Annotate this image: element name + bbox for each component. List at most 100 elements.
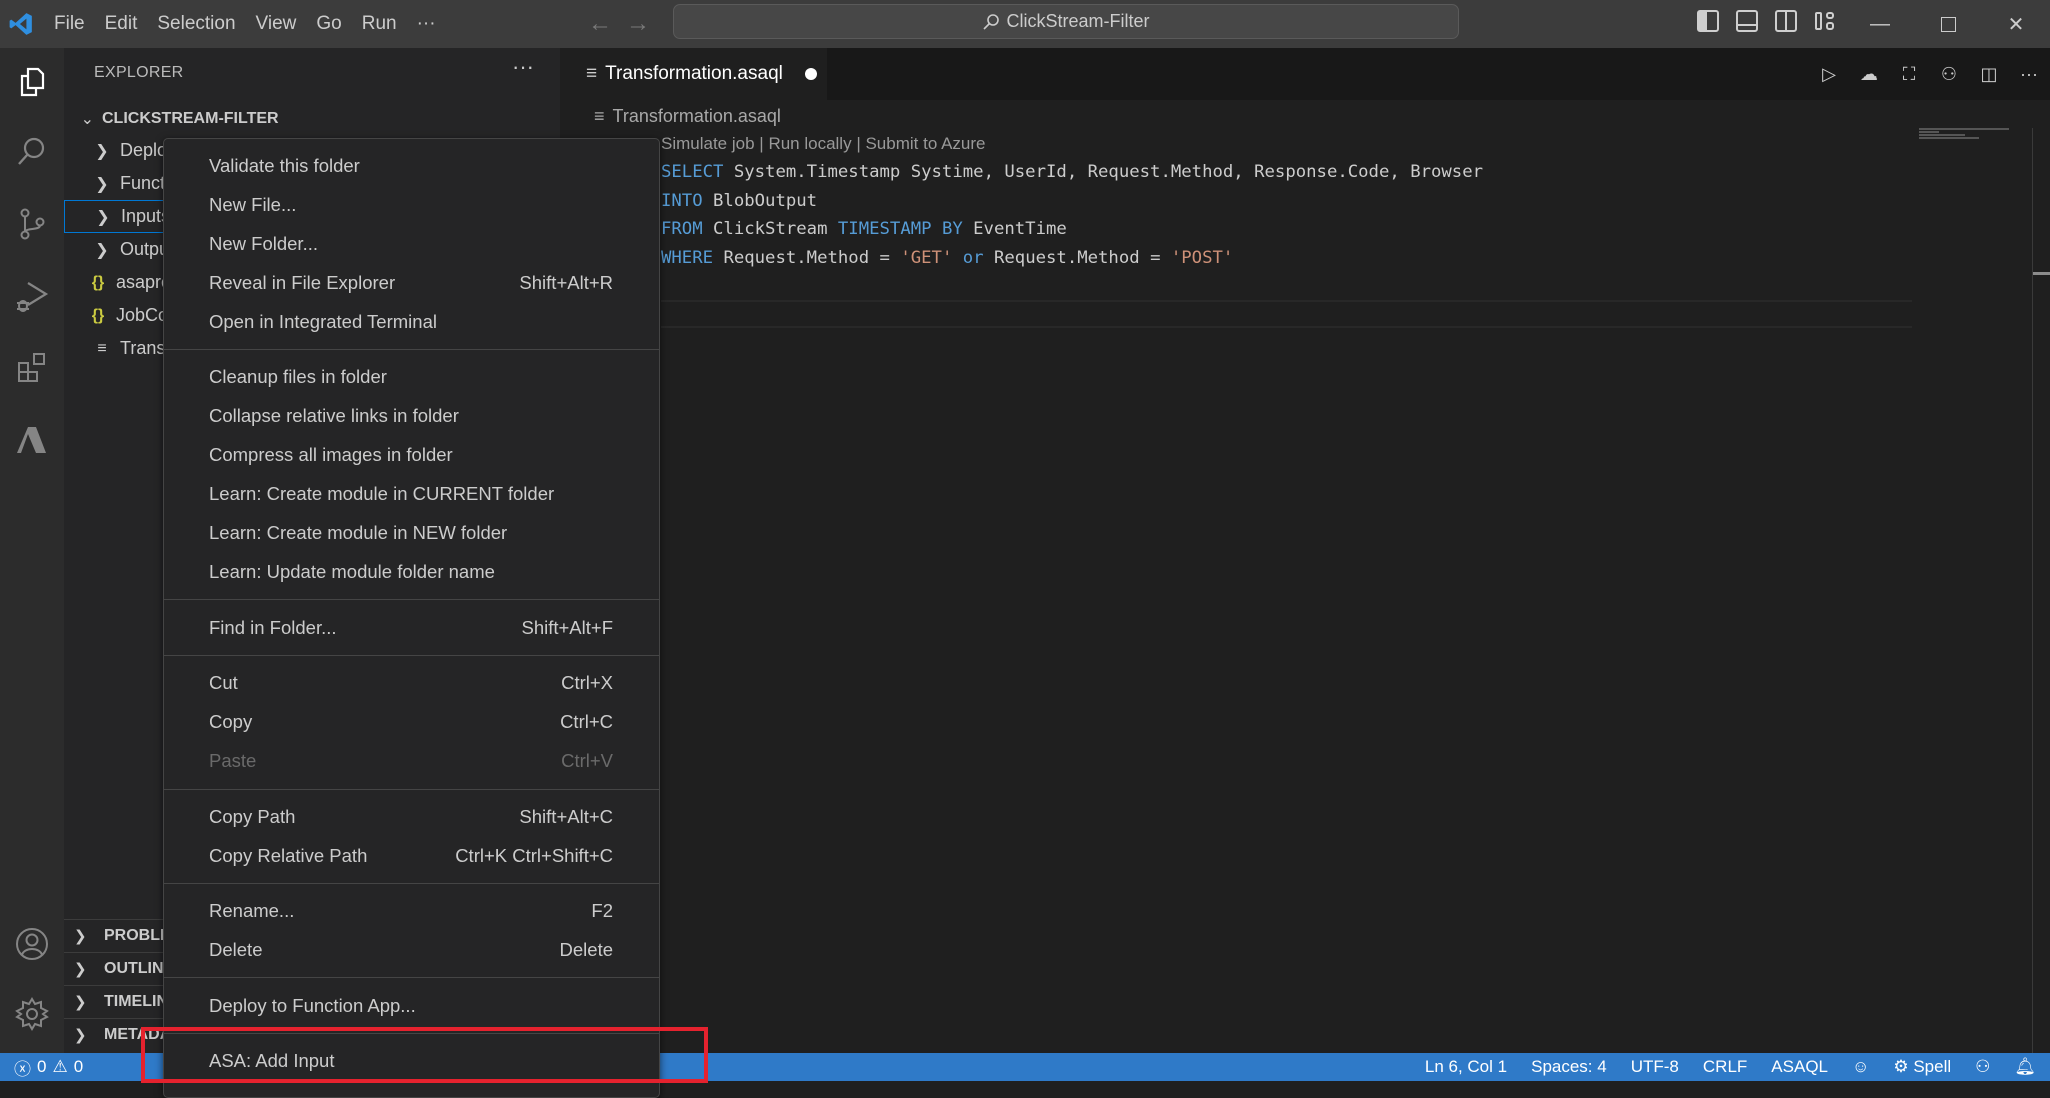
menu-item-compress-images[interactable]: Compress all images in folder bbox=[164, 435, 659, 474]
menu-item-new-folder[interactable]: New Folder... bbox=[164, 224, 659, 263]
code-line: FROM ClickStream TIMESTAMP BY EventTime bbox=[661, 219, 1067, 239]
end-of-line[interactable]: CRLF bbox=[1703, 1057, 1747, 1077]
simulate-job-link[interactable]: Simulate job bbox=[661, 134, 755, 153]
menu-selection[interactable]: Selection bbox=[147, 0, 245, 48]
menu-item-open-terminal[interactable]: Open in Integrated Terminal bbox=[164, 302, 659, 341]
menu-item-label: New Folder... bbox=[209, 232, 318, 254]
problems-status[interactable]: ⓧ 0 ⚠ 0 bbox=[14, 1053, 83, 1081]
menu-item-label: Deploy to Function App... bbox=[209, 994, 416, 1016]
menu-item-label: Copy bbox=[209, 710, 253, 732]
navigation-arrows: ← → bbox=[588, 10, 650, 38]
menu-item-validate-folder[interactable]: Validate this folder bbox=[164, 146, 659, 185]
encoding[interactable]: UTF-8 bbox=[1631, 1057, 1679, 1077]
editor-area: ≡ Transformation.asaql ▷ ☁ ⛶ ⚇ ◫ ··· ≡ T… bbox=[560, 48, 2050, 1053]
settings-gear-icon[interactable] bbox=[0, 982, 64, 1046]
menu-item-copy-path[interactable]: Copy Path Shift+Alt+C bbox=[164, 797, 659, 836]
breadcrumb: ≡ Transformation.asaql bbox=[594, 100, 781, 132]
menu-item-delete[interactable]: Delete Delete bbox=[164, 930, 659, 969]
menu-separator bbox=[164, 789, 659, 790]
azure-icon[interactable] bbox=[0, 408, 64, 472]
menu-item-shortcut: F2 bbox=[591, 899, 613, 921]
menu-go[interactable]: Go bbox=[306, 0, 351, 48]
chevron-right-icon: ❯ bbox=[95, 175, 109, 193]
menu-edit[interactable]: Edit bbox=[95, 0, 148, 48]
toggle-secondary-sidebar-icon[interactable] bbox=[1775, 10, 1797, 32]
menu-separator bbox=[164, 883, 659, 884]
run-icon[interactable]: ▷ bbox=[1818, 63, 1840, 85]
customize-layout-icon[interactable] bbox=[1814, 10, 1836, 32]
feedback-icon[interactable]: ⚇ bbox=[1975, 1057, 1990, 1077]
menu-separator bbox=[164, 655, 659, 656]
menu-item-learn-update-folder-name[interactable]: Learn: Update module folder name bbox=[164, 552, 659, 591]
workspace-root-folder[interactable]: ⌄ CLICKSTREAM-FILTER bbox=[64, 104, 560, 134]
spell-check[interactable]: ⚙ Spell bbox=[1893, 1057, 1951, 1077]
cloud-upload-icon[interactable]: ☁ bbox=[1858, 63, 1880, 85]
menu-run[interactable]: Run bbox=[352, 0, 407, 48]
minimap[interactable] bbox=[1919, 128, 2009, 142]
menu-item-rename[interactable]: Rename... F2 bbox=[164, 891, 659, 930]
close-icon[interactable]: ✕ bbox=[1982, 0, 2050, 48]
chevron-right-icon: ❯ bbox=[74, 994, 87, 1011]
command-center-search[interactable]: ClickStream-Filter bbox=[673, 4, 1459, 39]
annotation-highlight-box bbox=[141, 1027, 708, 1083]
split-editor-icon[interactable]: ◫ bbox=[1978, 63, 2000, 85]
chevron-right-icon: ❯ bbox=[96, 208, 110, 226]
toggle-primary-sidebar-icon[interactable] bbox=[1697, 10, 1719, 32]
menu-item-collapse-links[interactable]: Collapse relative links in folder bbox=[164, 396, 659, 435]
menu-item-learn-current-folder[interactable]: Learn: Create module in CURRENT folder bbox=[164, 474, 659, 513]
run-and-debug-icon[interactable] bbox=[0, 264, 64, 328]
menu-view[interactable]: View bbox=[246, 0, 307, 48]
indentation[interactable]: Spaces: 4 bbox=[1531, 1057, 1607, 1077]
extensions-icon[interactable] bbox=[0, 336, 64, 400]
menu-item-label: Copy Path bbox=[209, 805, 296, 827]
menu-item-find-in-folder[interactable]: Find in Folder... Shift+Alt+F bbox=[164, 608, 659, 647]
menu-item-cut[interactable]: Cut Ctrl+X bbox=[164, 663, 659, 702]
accounts-icon[interactable] bbox=[0, 912, 64, 976]
code-line: SELECT System.Timestamp Systime, UserId,… bbox=[661, 162, 1484, 182]
text-file-icon: ≡ bbox=[97, 339, 107, 357]
tab-transformation-asaql[interactable]: ≡ Transformation.asaql bbox=[560, 48, 827, 100]
back-arrow-icon[interactable]: ← bbox=[588, 10, 612, 38]
live-share-icon[interactable]: ⚇ bbox=[1938, 63, 1960, 85]
activity-bar bbox=[0, 48, 64, 1053]
language-mode[interactable]: ASAQL bbox=[1771, 1057, 1828, 1077]
source-control-icon[interactable] bbox=[0, 192, 64, 256]
minimize-icon[interactable]: — bbox=[1846, 0, 1914, 48]
maximize-icon[interactable] bbox=[1914, 0, 1982, 48]
menu-item-shortcut: Shift+Alt+F bbox=[521, 616, 613, 638]
chevron-down-icon: ⌄ bbox=[80, 111, 94, 128]
cursor-position[interactable]: Ln 6, Col 1 bbox=[1425, 1057, 1507, 1077]
breadcrumb-item[interactable]: Transformation.asaql bbox=[613, 106, 781, 127]
code-editor[interactable]: SELECT System.Timestamp Systime, UserId,… bbox=[661, 158, 1483, 301]
tab-label: Transformation.asaql bbox=[605, 63, 783, 84]
search-icon[interactable] bbox=[0, 120, 64, 184]
menu-item-deploy-function-app[interactable]: Deploy to Function App... bbox=[164, 986, 659, 1025]
menu-file[interactable]: File bbox=[44, 0, 95, 48]
job-diagram-icon[interactable]: ⛶ bbox=[1898, 63, 1920, 85]
menu-item-copy[interactable]: Copy Ctrl+C bbox=[164, 702, 659, 741]
more-actions-icon[interactable]: ··· bbox=[2018, 63, 2040, 85]
menu-bar: File Edit Selection View Go Run ··· bbox=[44, 0, 446, 48]
submit-to-azure-link[interactable]: Submit to Azure bbox=[865, 134, 985, 153]
copilot-icon[interactable]: ☺ bbox=[1852, 1057, 1869, 1077]
run-locally-link[interactable]: Run locally bbox=[768, 134, 851, 153]
menu-item-shortcut: Ctrl+X bbox=[561, 671, 613, 693]
menu-separator bbox=[164, 349, 659, 350]
more-actions-icon[interactable]: ··· bbox=[512, 54, 534, 80]
toggle-panel-icon[interactable] bbox=[1736, 10, 1758, 32]
menu-more[interactable]: ··· bbox=[407, 0, 446, 48]
code-line: INTO BlobOutput bbox=[661, 190, 818, 211]
notifications-bell-icon[interactable]: 🔔︎ bbox=[2014, 1057, 2036, 1077]
menu-item-label: Reveal in File Explorer bbox=[209, 271, 396, 293]
explorer-icon[interactable] bbox=[0, 50, 64, 114]
menu-item-reveal-in-file-explorer[interactable]: Reveal in File Explorer Shift+Alt+R bbox=[164, 263, 659, 302]
menu-item-copy-relative-path[interactable]: Copy Relative Path Ctrl+K Ctrl+Shift+C bbox=[164, 836, 659, 875]
menu-item-new-file[interactable]: New File... bbox=[164, 185, 659, 224]
menu-item-shortcut: Delete bbox=[559, 938, 613, 960]
menu-item-learn-new-folder[interactable]: Learn: Create module in NEW folder bbox=[164, 513, 659, 552]
menu-item-cleanup-files[interactable]: Cleanup files in folder bbox=[164, 357, 659, 396]
unsaved-dot-icon[interactable] bbox=[804, 68, 817, 80]
vertical-scrollbar[interactable] bbox=[2032, 128, 2033, 1053]
forward-arrow-icon[interactable]: → bbox=[626, 10, 650, 38]
menu-item-label: Cut bbox=[209, 671, 238, 693]
